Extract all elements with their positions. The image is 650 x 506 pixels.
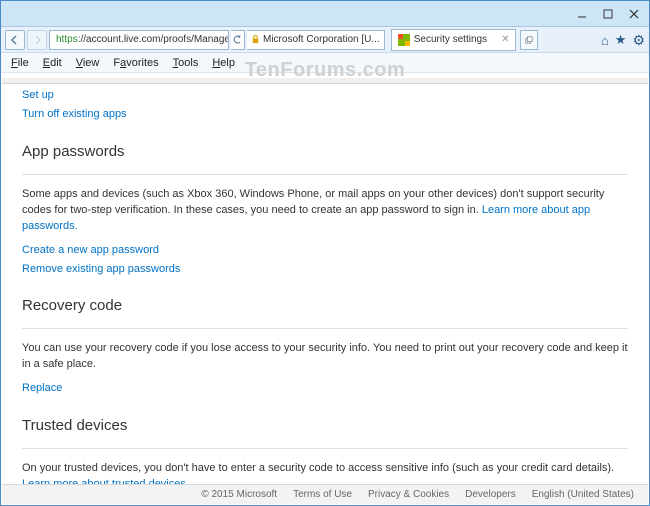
- url-rest: ://account.live.com/proofs/Manage?mkt=en…: [78, 34, 229, 45]
- home-button[interactable]: ⌂: [601, 33, 609, 48]
- footer-terms[interactable]: Terms of Use: [293, 489, 352, 500]
- new-tab-button[interactable]: [520, 30, 538, 50]
- close-tab-button[interactable]: ✕: [501, 34, 509, 45]
- turnoff-apps-link[interactable]: Turn off existing apps: [22, 107, 628, 122]
- divider: [22, 328, 628, 329]
- divider: [22, 448, 628, 449]
- close-window-button[interactable]: [621, 4, 647, 24]
- menu-favorites[interactable]: Favorites: [107, 56, 164, 70]
- browser-toolbar-right: ⌂ ★ ⚙: [601, 28, 645, 52]
- tab-title: Security settings: [414, 34, 487, 45]
- minimize-button[interactable]: [569, 4, 595, 24]
- menu-tools[interactable]: Tools: [167, 56, 205, 70]
- footer-locale[interactable]: English (United States): [532, 489, 634, 500]
- back-button[interactable]: [5, 30, 25, 50]
- menu-view[interactable]: View: [70, 56, 106, 70]
- browser-tab[interactable]: Security settings ✕: [391, 29, 517, 51]
- footer-copyright: © 2015 Microsoft: [201, 489, 277, 500]
- cutoff-indicator: [2, 78, 648, 84]
- footer-developers[interactable]: Developers: [465, 489, 516, 500]
- refresh-button[interactable]: [231, 30, 245, 50]
- url-scheme: https: [56, 34, 78, 45]
- microsoft-logo-icon: [398, 34, 410, 46]
- trusted-devices-heading: Trusted devices: [22, 415, 628, 436]
- setup-link[interactable]: Set up: [22, 88, 628, 103]
- app-passwords-body: Some apps and devices (such as Xbox 360,…: [22, 187, 628, 235]
- footer-privacy[interactable]: Privacy & Cookies: [368, 489, 449, 500]
- cert-org-label: Microsoft Corporation [U...: [263, 34, 380, 45]
- menu-bar: File Edit View Favorites Tools Help: [1, 53, 649, 73]
- maximize-button[interactable]: [595, 4, 621, 24]
- create-app-password-link[interactable]: Create a new app password: [22, 243, 628, 258]
- trusted-body: On your trusted devices, you don't have …: [22, 461, 628, 485]
- favorites-button[interactable]: ★: [615, 32, 627, 48]
- divider: [22, 174, 628, 175]
- remove-app-passwords-link[interactable]: Remove existing app passwords: [22, 262, 628, 277]
- recovery-body: You can use your recovery code if you lo…: [22, 341, 628, 373]
- recovery-code-heading: Recovery code: [22, 295, 628, 316]
- tools-button[interactable]: ⚙: [632, 32, 645, 49]
- window-titlebar: [1, 1, 649, 27]
- address-bar[interactable]: https://account.live.com/proofs/Manage?m…: [49, 30, 229, 50]
- menu-help[interactable]: Help: [206, 56, 241, 70]
- menu-file[interactable]: File: [5, 56, 35, 70]
- app-passwords-heading: App passwords: [22, 141, 628, 162]
- security-cert-indicator[interactable]: Microsoft Corporation [U...: [247, 30, 385, 50]
- replace-recovery-link[interactable]: Replace: [22, 381, 628, 396]
- page-content: Set up Turn off existing apps App passwo…: [2, 74, 648, 485]
- page-footer: © 2015 Microsoft Terms of Use Privacy & …: [2, 484, 648, 504]
- forward-button[interactable]: [27, 30, 47, 50]
- menu-edit[interactable]: Edit: [37, 56, 68, 70]
- address-bar-row: https://account.live.com/proofs/Manage?m…: [1, 27, 649, 53]
- lock-icon: [251, 35, 260, 44]
